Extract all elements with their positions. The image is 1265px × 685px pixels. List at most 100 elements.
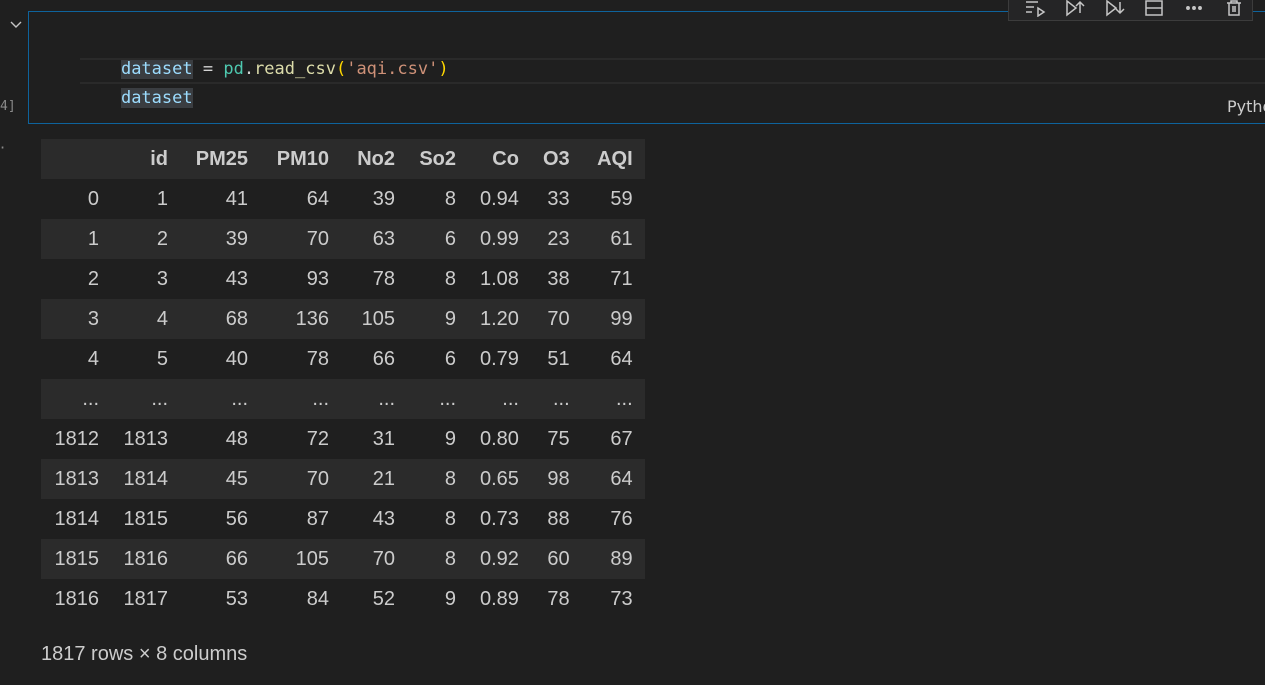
table-cell: 105 bbox=[361, 307, 395, 330]
table-cell: 59 bbox=[610, 187, 633, 210]
table-row: 1816 1817 53 84 52 9 0.89 78 73 bbox=[41, 579, 645, 619]
execution-count: 4] bbox=[0, 99, 16, 114]
table-cell: ... bbox=[151, 387, 168, 410]
table-cell: 99 bbox=[610, 307, 633, 330]
table-cell: ... bbox=[552, 387, 570, 410]
table-cell: 0.80 bbox=[480, 427, 519, 450]
table-cell: 136 bbox=[295, 307, 329, 330]
table-cell: 8 bbox=[444, 187, 456, 210]
column-header: PM25 bbox=[180, 139, 260, 179]
code-line-1[interactable]: dataset = pd.read_csv('aqi.csv') bbox=[80, 29, 449, 79]
table-cell: 72 bbox=[306, 427, 329, 450]
row-index-cell: 0 bbox=[87, 187, 99, 210]
chevron-down-icon[interactable] bbox=[8, 16, 24, 32]
table-cell: 0.73 bbox=[480, 507, 519, 530]
table-cell: 8 bbox=[444, 507, 456, 530]
table-cell: 64 bbox=[610, 347, 633, 370]
table-cell: 0.65 bbox=[480, 467, 519, 490]
column-header: O3 bbox=[530, 139, 582, 179]
table-cell: 68 bbox=[225, 307, 248, 330]
table-cell: 48 bbox=[225, 427, 248, 450]
table-cell: 1817 bbox=[123, 587, 169, 610]
table-cell: 70 bbox=[372, 547, 395, 570]
table-cell: 75 bbox=[547, 427, 570, 450]
cell-language-label[interactable]: Python bbox=[1227, 97, 1265, 116]
row-index-cell: 2 bbox=[87, 267, 99, 290]
table-cell: 84 bbox=[306, 587, 329, 610]
table-cell: 0.94 bbox=[480, 187, 519, 210]
code-line-2[interactable]: dataset bbox=[80, 58, 193, 108]
table-cell: 1815 bbox=[123, 507, 169, 530]
table-cell: 1814 bbox=[123, 467, 169, 490]
delete-icon[interactable] bbox=[1216, 0, 1252, 20]
table-cell: 1.08 bbox=[480, 267, 519, 290]
table-cell: 38 bbox=[547, 267, 570, 290]
more-icon[interactable] bbox=[1176, 0, 1212, 20]
table-row: 3 4 68 136 105 9 1.20 70 99 bbox=[41, 299, 645, 339]
table-cell: 71 bbox=[610, 267, 633, 290]
table-cell: 105 bbox=[295, 547, 329, 570]
table-cell: 23 bbox=[547, 227, 570, 250]
output-marker: · bbox=[0, 138, 6, 157]
table-cell: 0.79 bbox=[480, 347, 519, 370]
row-index-cell: 1 bbox=[87, 227, 99, 250]
table-cell: 88 bbox=[547, 507, 570, 530]
table-cell: 40 bbox=[225, 347, 248, 370]
table-cell: 5 bbox=[156, 347, 168, 370]
table-cell: 21 bbox=[372, 467, 395, 490]
table-cell: 9 bbox=[444, 307, 456, 330]
table-row: 1812 1813 48 72 31 9 0.80 75 67 bbox=[41, 419, 645, 459]
run-by-line-icon[interactable] bbox=[1017, 0, 1053, 20]
row-index-cell: 1814 bbox=[54, 507, 100, 530]
table-cell: 70 bbox=[547, 307, 570, 330]
table-cell: 76 bbox=[610, 507, 633, 530]
column-header-index bbox=[41, 139, 111, 179]
table-cell: 9 bbox=[444, 427, 456, 450]
table-cell: 8 bbox=[444, 547, 456, 570]
table-cell: 41 bbox=[225, 187, 248, 210]
row-index-cell: 4 bbox=[87, 347, 99, 370]
table-cell: 8 bbox=[444, 467, 456, 490]
table-cell: 63 bbox=[372, 227, 395, 250]
table-cell: 2 bbox=[156, 227, 168, 250]
table-cell: 33 bbox=[547, 187, 570, 210]
table-row: ........................... bbox=[41, 379, 645, 419]
table-cell: 66 bbox=[372, 347, 395, 370]
execute-below-icon[interactable] bbox=[1097, 0, 1133, 20]
table-cell: 52 bbox=[372, 587, 395, 610]
table-row: 1814 1815 56 87 43 8 0.73 88 76 bbox=[41, 499, 645, 539]
row-index-cell: 3 bbox=[87, 307, 99, 330]
table-cell: 6 bbox=[444, 347, 456, 370]
table-cell: 93 bbox=[306, 267, 329, 290]
table-cell: 78 bbox=[547, 587, 570, 610]
table-row: 1815 1816 66 105 70 8 0.92 60 89 bbox=[41, 539, 645, 579]
table-cell: 31 bbox=[372, 427, 395, 450]
table-header-row: id PM25 PM10 No2 So2 Co O3 AQI bbox=[41, 139, 645, 179]
row-index-cell: 1816 bbox=[54, 587, 100, 610]
table-cell: 87 bbox=[306, 507, 329, 530]
row-index-cell: ... bbox=[82, 387, 99, 410]
table-cell: 70 bbox=[306, 227, 329, 250]
table-row: 1813 1814 45 70 21 8 0.65 98 64 bbox=[41, 459, 645, 499]
table-cell: 9 bbox=[444, 587, 456, 610]
table-row: 1 2 39 70 63 6 0.99 23 61 bbox=[41, 219, 645, 259]
current-line-highlight bbox=[80, 58, 1265, 84]
table-cell: 67 bbox=[610, 427, 633, 450]
execute-above-icon[interactable] bbox=[1057, 0, 1093, 20]
table-cell: 53 bbox=[225, 587, 248, 610]
code-token-variable: dataset bbox=[120, 88, 193, 108]
table-cell: 0.92 bbox=[480, 547, 519, 570]
split-cell-icon[interactable] bbox=[1136, 0, 1172, 20]
table-cell: ... bbox=[502, 387, 519, 410]
table-cell: 3 bbox=[156, 267, 168, 290]
table-cell: 39 bbox=[225, 227, 248, 250]
table-cell: 1.20 bbox=[480, 307, 519, 330]
table-cell: ... bbox=[439, 387, 456, 410]
table-cell: 45 bbox=[225, 467, 248, 490]
table-cell: 51 bbox=[547, 347, 570, 370]
table-cell: 56 bbox=[225, 507, 248, 530]
table-cell: ... bbox=[312, 387, 329, 410]
table-cell: 0.99 bbox=[480, 227, 519, 250]
table-cell: 64 bbox=[610, 467, 633, 490]
code-cell-editor[interactable]: dataset = pd.read_csv('aqi.csv') dataset… bbox=[28, 11, 1265, 124]
